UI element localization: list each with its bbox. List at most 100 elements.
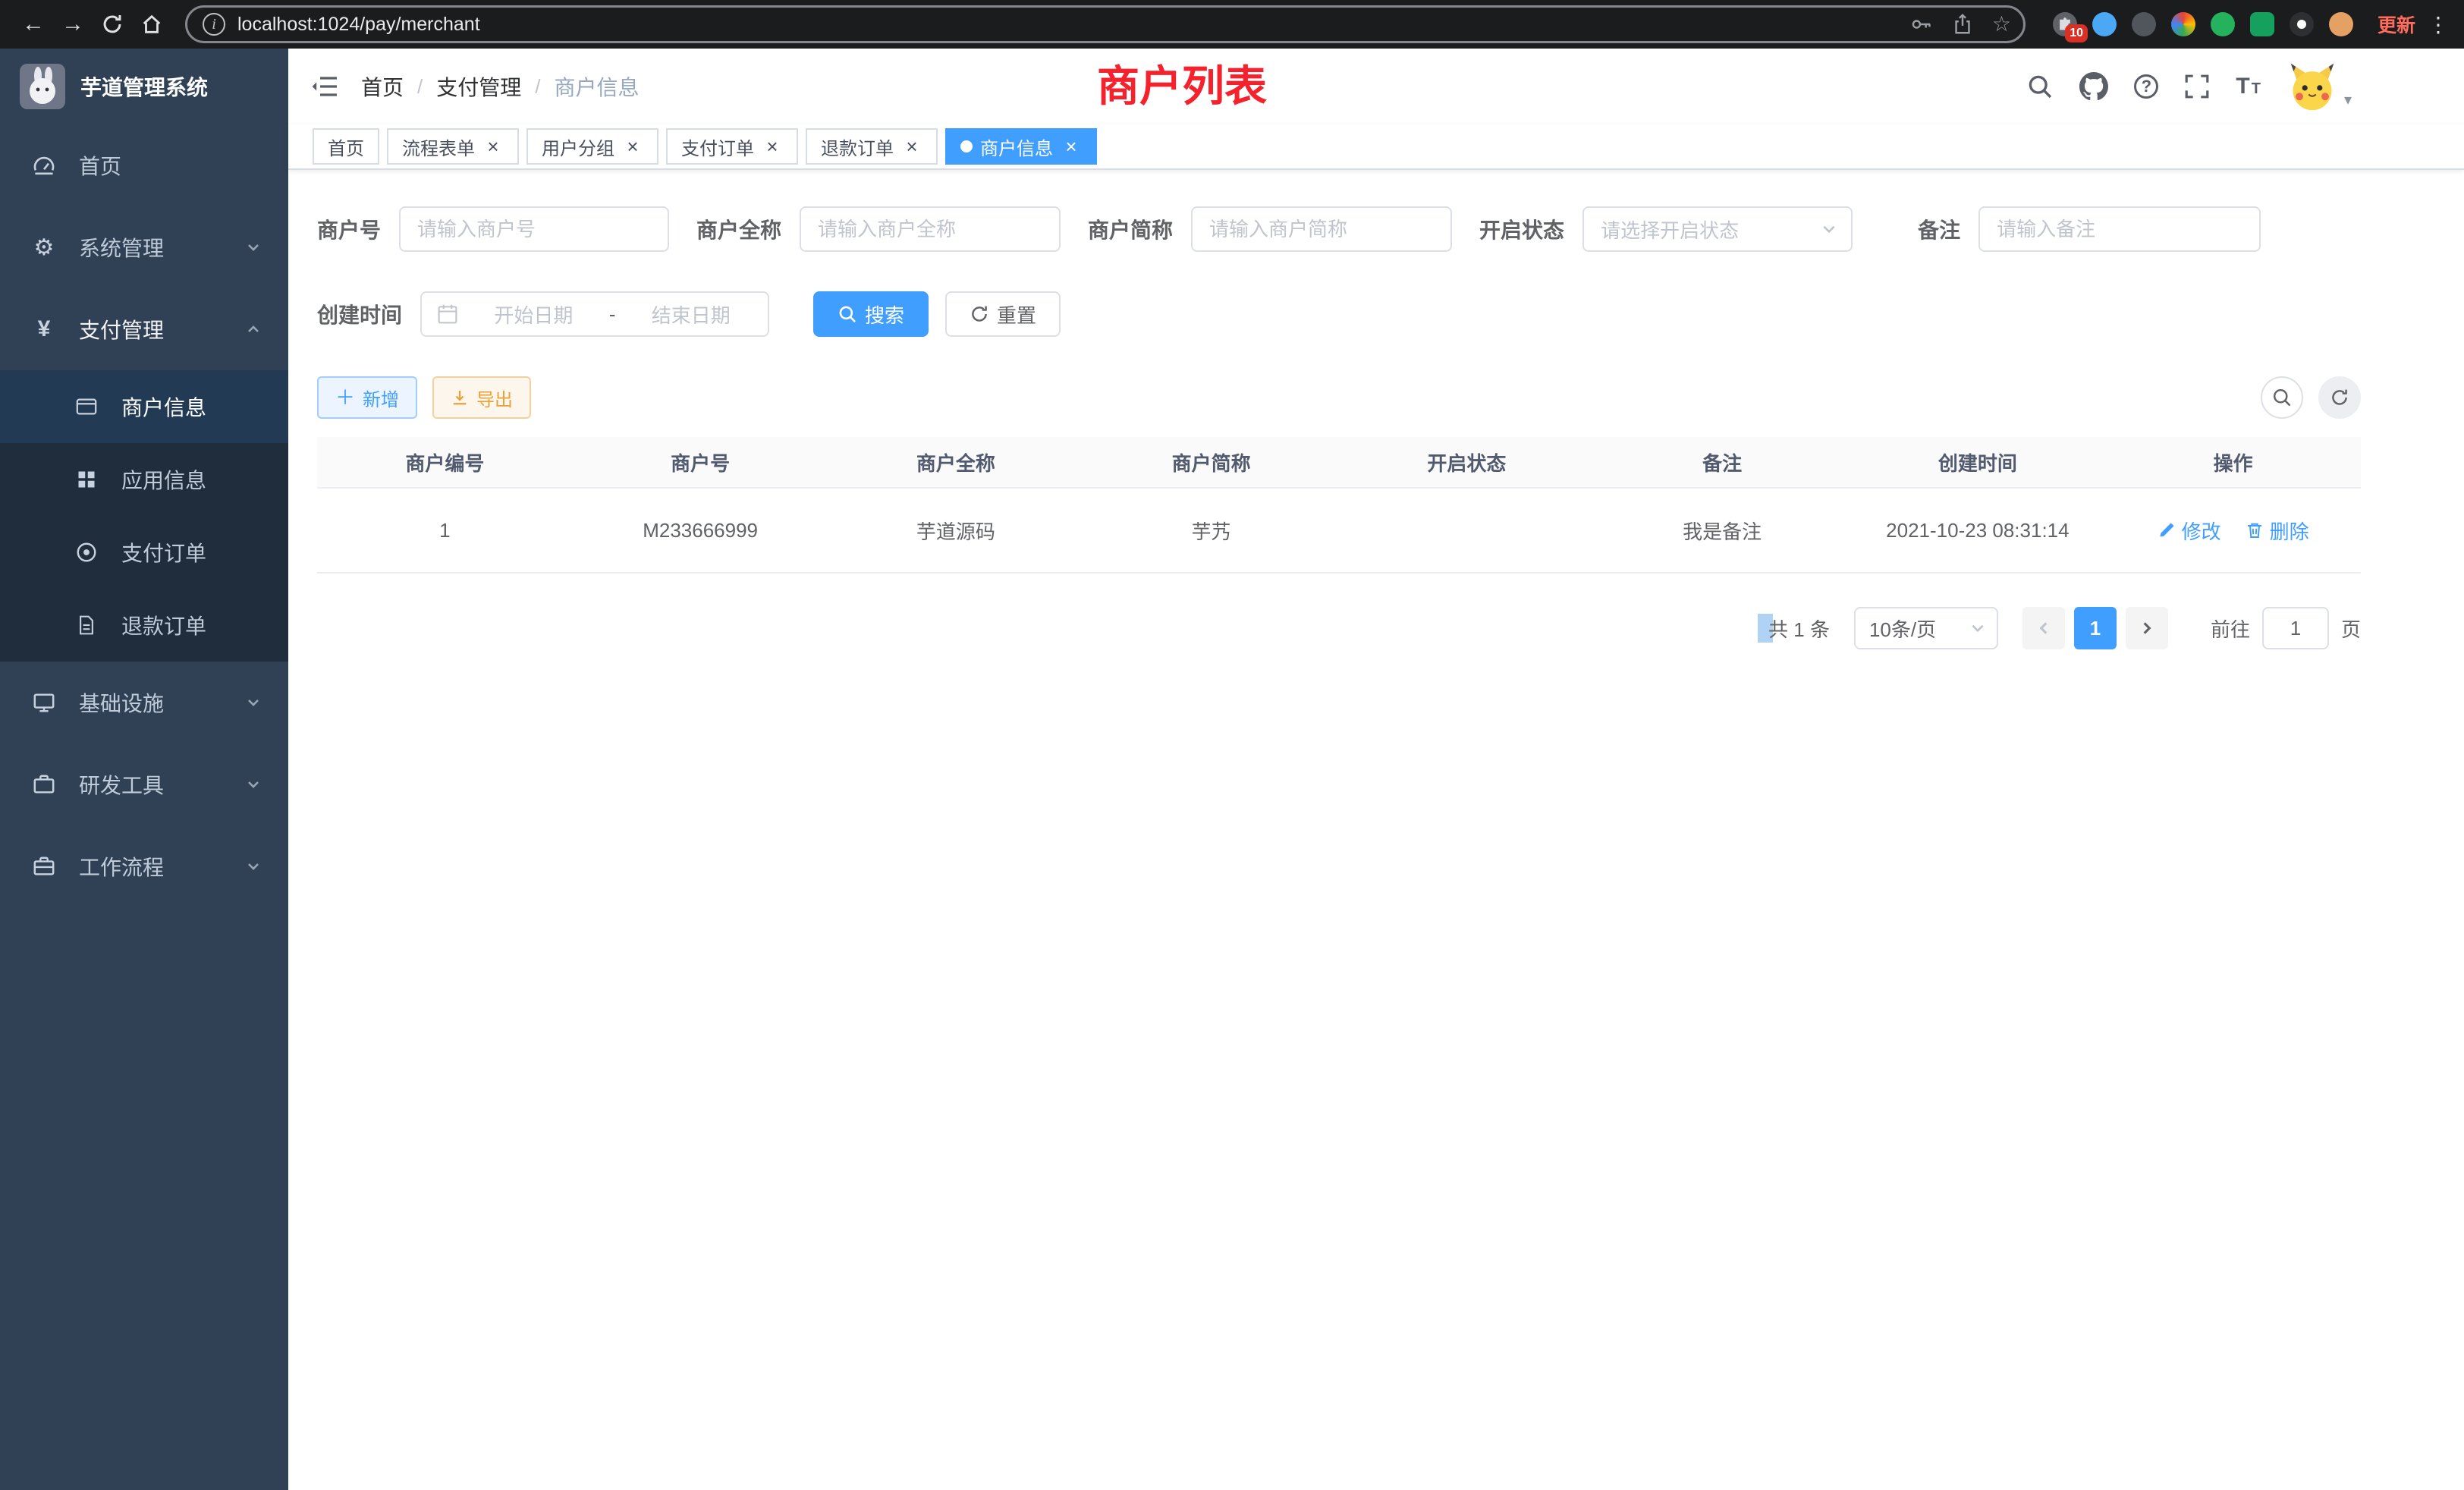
sidebar-item-devtools[interactable]: 研发工具 <box>0 743 288 825</box>
fullscreen-icon[interactable] <box>2184 74 2210 99</box>
table-tools <box>2261 376 2361 419</box>
chevron-down-icon <box>1969 620 1986 637</box>
extension-icon-blue-drop[interactable] <box>2092 12 2117 36</box>
tab-close-icon[interactable]: × <box>1061 136 1082 157</box>
page-size-select[interactable]: 10条/页 <box>1854 607 1998 649</box>
extension-icon-avatar[interactable] <box>2329 12 2353 36</box>
sidebar-item-app-info[interactable]: 应用信息 <box>0 443 288 516</box>
chevron-down-icon <box>1821 221 1837 237</box>
tab-pay-order[interactable]: 支付订单 × <box>666 128 798 165</box>
refresh-table-button[interactable] <box>2318 376 2361 419</box>
reset-button[interactable]: 重置 <box>945 291 1061 337</box>
edit-link[interactable]: 修改 <box>2158 517 2221 545</box>
browser-menu-icon[interactable]: ⋮ <box>2428 12 2449 37</box>
active-dot <box>960 140 973 152</box>
extension-icon-multicolor[interactable] <box>2171 12 2195 36</box>
user-menu[interactable]: ▾ <box>2286 61 2352 112</box>
search-icon[interactable] <box>2026 73 2054 100</box>
tab-user-group[interactable]: 用户分组 × <box>526 128 658 165</box>
github-icon[interactable] <box>2079 72 2108 101</box>
remark-input[interactable] <box>1978 206 2261 252</box>
extensions-puzzle-icon[interactable]: 10 <box>2053 12 2077 36</box>
browser-chrome: ← → i localhost:1024/pay/merchant ☆ <box>0 0 2464 49</box>
field-label: 备注 <box>1918 214 1960 244</box>
column-header: 商户简称 <box>1083 448 1339 476</box>
browser-reload-icon[interactable] <box>94 6 130 42</box>
sidebar-item-pay-order[interactable]: 支付订单 <box>0 516 288 589</box>
search-button[interactable]: 搜索 <box>813 291 929 337</box>
tab-home[interactable]: 首页 <box>313 128 379 165</box>
table-row: 1 M233666999 芋道源码 芋艿 我是备注 2021-10-23 08:… <box>317 489 2361 574</box>
screen: ← → i localhost:1024/pay/merchant ☆ <box>0 0 2464 1490</box>
grid-icon <box>70 469 103 490</box>
extension-icon-green-square[interactable] <box>2250 12 2274 36</box>
sidebar-item-workflow[interactable]: 工作流程 <box>0 825 288 907</box>
delete-label: 删除 <box>2270 517 2309 545</box>
extension-icon-green-circle[interactable] <box>2211 12 2235 36</box>
password-key-icon[interactable] <box>1910 13 1933 36</box>
current-page-button[interactable]: 1 <box>2074 607 2117 649</box>
full-name-input[interactable] <box>800 206 1061 252</box>
form-item-create-time: 创建时间 开始日期 - 结束日期 <box>317 291 786 337</box>
breadcrumb-payment[interactable]: 支付管理 <box>436 71 521 102</box>
date-range-picker[interactable]: 开始日期 - 结束日期 <box>420 291 769 337</box>
toggle-search-button[interactable] <box>2261 376 2303 419</box>
extension-icon-dark-ring[interactable] <box>2132 12 2156 36</box>
breadcrumb-separator: / <box>535 75 540 99</box>
tab-close-icon[interactable]: × <box>762 136 783 157</box>
delete-link[interactable]: 删除 <box>2246 517 2309 545</box>
app-shell: 芋道管理系统 首页 ⚙ 系统管理 ¥ 支付管理 <box>0 49 2464 1490</box>
sidebar-item-payment[interactable]: ¥ 支付管理 <box>0 288 288 370</box>
sidebar-item-merchant-info[interactable]: 商户信息 <box>0 370 288 443</box>
tab-close-icon[interactable]: × <box>482 136 504 157</box>
tab-label: 首页 <box>328 134 364 160</box>
short-name-input[interactable] <box>1191 206 1452 252</box>
help-icon[interactable]: ? <box>2134 74 2158 99</box>
browser-back-icon[interactable]: ← <box>15 6 52 42</box>
browser-home-icon[interactable] <box>134 6 170 42</box>
font-size-icon[interactable]: TT <box>2236 74 2261 99</box>
logo[interactable]: 芋道管理系统 <box>0 49 288 124</box>
breadcrumb-home[interactable]: 首页 <box>361 71 404 102</box>
tab-label: 退款订单 <box>821 134 894 160</box>
form-item-status: 开启状态 请选择开启状态 <box>1479 206 1853 252</box>
sidebar-item-label: 退款订单 <box>121 610 206 640</box>
prev-page-button[interactable] <box>2022 607 2065 649</box>
caret-down-icon: ▾ <box>2344 88 2352 112</box>
site-info-icon[interactable]: i <box>203 13 225 36</box>
add-button[interactable]: ＋ 新增 <box>317 376 417 419</box>
export-button[interactable]: 导出 <box>432 376 531 419</box>
sidebar-item-infra[interactable]: 基础设施 <box>0 662 288 743</box>
form-item-remark: 备注 <box>1918 206 2261 252</box>
tab-label: 支付订单 <box>681 134 754 160</box>
address-bar[interactable]: i localhost:1024/pay/merchant ☆ <box>185 5 2026 43</box>
next-page-button[interactable] <box>2126 607 2168 649</box>
tab-refund-order[interactable]: 退款订单 × <box>806 128 938 165</box>
app-title: 芋道管理系统 <box>80 71 208 102</box>
sidebar-item-refund-order[interactable]: 退款订单 <box>0 589 288 662</box>
sidebar-item-system[interactable]: ⚙ 系统管理 <box>0 206 288 288</box>
chevron-down-icon <box>246 695 261 710</box>
main-area: 商户列表 首页 / 支付管理 / 商户信息 <box>288 49 2464 1490</box>
browser-update-button[interactable]: 更新 <box>2378 11 2415 38</box>
tab-close-icon[interactable]: × <box>622 136 643 157</box>
sidebar-menu: 首页 ⚙ 系统管理 ¥ 支付管理 <box>0 124 288 907</box>
trash-icon <box>2246 521 2264 539</box>
status-select[interactable]: 请选择开启状态 <box>1582 206 1853 252</box>
goto-page-input[interactable] <box>2262 607 2329 649</box>
merchant-no-input[interactable] <box>399 206 669 252</box>
sidebar-fold-icon[interactable] <box>311 74 338 99</box>
sidebar-item-home[interactable]: 首页 <box>0 124 288 206</box>
plus-icon: ＋ <box>335 388 355 407</box>
tab-merchant-info[interactable]: 商户信息 × <box>945 128 1097 165</box>
extension-icon-pinwheel[interactable] <box>2290 12 2314 36</box>
page-size-value: 10条/页 <box>1869 615 1936 643</box>
user-avatar <box>2286 61 2338 112</box>
tab-close-icon[interactable]: × <box>901 136 922 157</box>
share-icon[interactable] <box>1951 13 1974 36</box>
cell-create-time: 2021-10-23 08:31:14 <box>1850 519 2106 542</box>
tab-process-form[interactable]: 流程表单 × <box>387 128 519 165</box>
cell-merchant-id: 1 <box>317 519 573 542</box>
bookmark-star-icon[interactable]: ☆ <box>1992 14 2011 35</box>
browser-forward-icon[interactable]: → <box>55 6 91 42</box>
